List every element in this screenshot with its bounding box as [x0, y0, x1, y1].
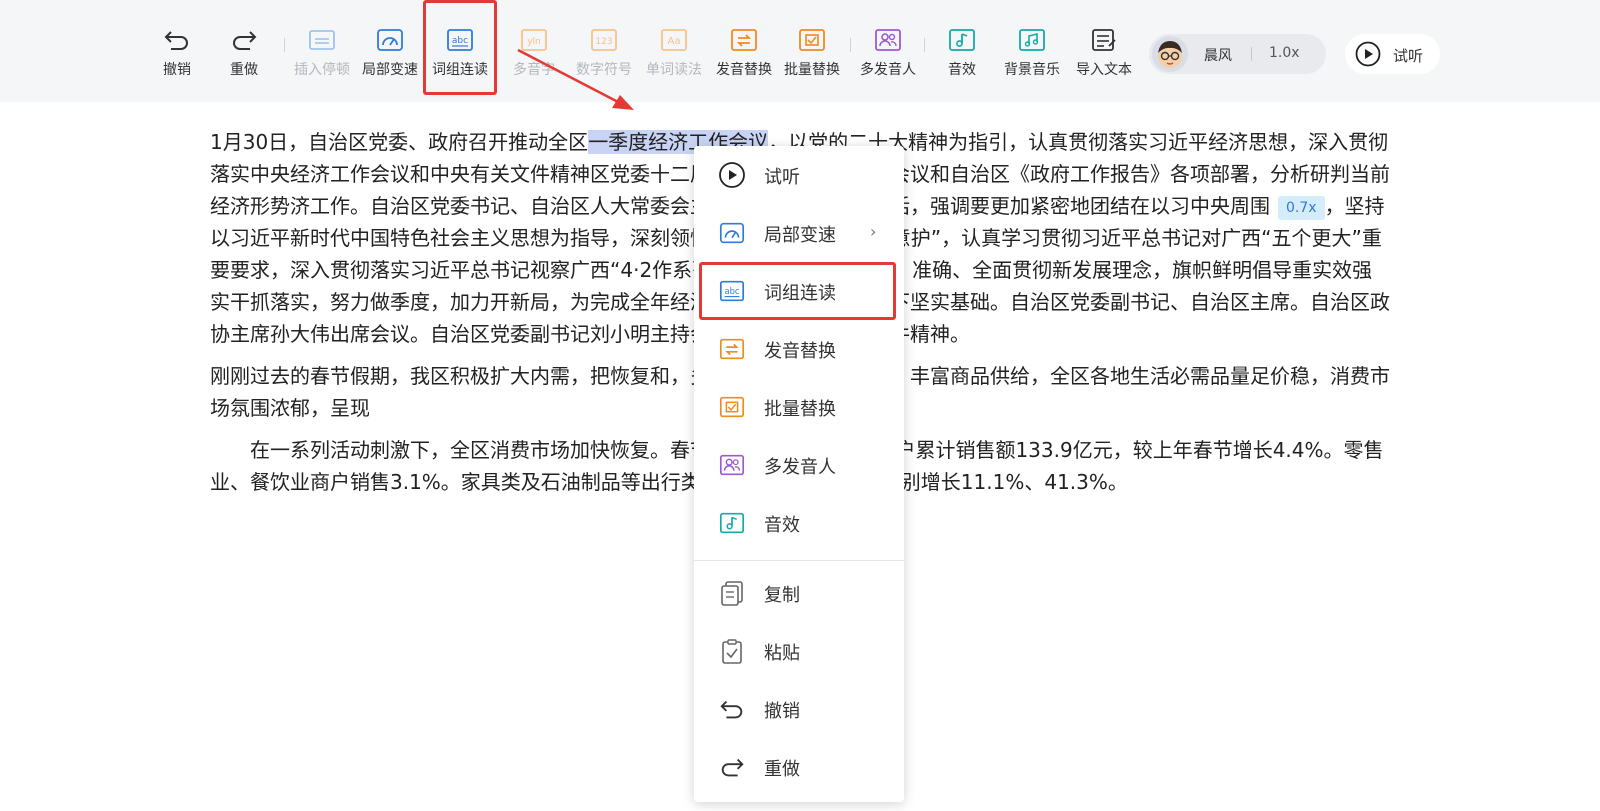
people-icon [719, 454, 745, 476]
pause-icon [309, 30, 335, 50]
menu-item-redo[interactable]: 重做 [694, 742, 904, 790]
music-note-icon [949, 29, 975, 51]
speedometer-icon [719, 222, 745, 244]
bg-music-button[interactable]: 背景音乐 [996, 26, 1068, 86]
menu-item-label: 试听 [764, 167, 800, 188]
paste-icon [722, 639, 742, 664]
voice-selector[interactable]: 晨风 1.0x [1149, 34, 1326, 74]
pron-replace-button[interactable]: 发音替换 [708, 26, 780, 86]
menu-item-paste[interactable]: 粘贴 [694, 626, 904, 674]
123-icon: 123 [591, 29, 617, 51]
menu-divider [694, 560, 904, 561]
listen-label: 试听 [1393, 47, 1424, 65]
copy-icon [721, 581, 743, 606]
number-symbol-button[interactable]: 123 数字符号 [568, 26, 640, 86]
voice-speed[interactable]: 1.0x [1269, 45, 1300, 61]
import-text-icon [1092, 29, 1116, 51]
redo-icon [721, 758, 744, 777]
menu-item-copy[interactable]: 复制 [694, 568, 904, 616]
menu-item-label: 音效 [764, 515, 800, 536]
undo-icon [164, 31, 188, 50]
swap-icon [719, 338, 745, 360]
toolbar-separator [924, 38, 925, 52]
text-run: 1月30日，自治区党委、政府召开推动全区 [210, 130, 589, 154]
batch-icon [719, 396, 745, 418]
swap-icon [731, 29, 757, 51]
polyphone-button[interactable]: yln 多音字 [498, 26, 570, 86]
batch-replace-button[interactable]: 批量替换 [776, 26, 848, 86]
batch-replace-label: 批量替换 [784, 62, 840, 78]
batch-icon [799, 29, 825, 51]
chevron-right-icon: › [870, 222, 877, 241]
avatar [1152, 36, 1188, 72]
menu-item-label: 发音替换 [764, 341, 836, 362]
multi-speaker-button[interactable]: 多发音人 [852, 26, 924, 86]
bg-music-label: 背景音乐 [1004, 62, 1060, 78]
menu-item-label: 重做 [764, 759, 800, 780]
speedometer-icon [377, 29, 403, 51]
menu-item-label: 批量替换 [764, 399, 836, 420]
undo-label: 撤销 [163, 62, 191, 78]
menu-item-listen[interactable]: 试听 [694, 150, 904, 198]
svg-text:123: 123 [595, 37, 612, 47]
import-text-label: 导入文本 [1076, 62, 1132, 78]
menu-item-label: 局部变速 [764, 225, 836, 246]
yln-icon: yln [521, 29, 547, 51]
menu-item-multi-speaker[interactable]: 多发音人 [694, 440, 904, 488]
menu-item-label: 粘贴 [764, 643, 800, 664]
voice-name: 晨风 [1204, 48, 1232, 64]
local-speed-button[interactable]: 局部变速 [354, 26, 426, 86]
music-icon [1019, 29, 1045, 51]
redo-icon [233, 31, 257, 50]
undo-icon [720, 700, 743, 719]
menu-item-sound-effect[interactable]: 音效 [694, 498, 904, 546]
play-icon [1355, 41, 1381, 67]
word-reading-label: 单词读法 [646, 62, 702, 78]
toolbar: 撤销 重做 插入停顿 局部变速 abc 词组连读 yln 多音字 123 数字符… [0, 0, 1600, 102]
people-icon [875, 29, 901, 51]
toolbar-separator [850, 38, 851, 52]
aa-icon: Aa [661, 29, 687, 51]
insert-pause-label: 插入停顿 [294, 62, 350, 78]
import-text-button[interactable]: 导入文本 [1068, 26, 1140, 86]
sound-effect-label: 音效 [948, 62, 976, 78]
listen-button[interactable]: 试听 [1345, 34, 1440, 74]
text-run: 中央周围 [1190, 194, 1270, 218]
svg-text:yln: yln [527, 37, 541, 47]
menu-item-label: 多发音人 [764, 457, 836, 478]
insert-pause-button[interactable]: 插入停顿 [286, 26, 358, 86]
speed-tag[interactable]: 0.7x [1278, 195, 1325, 220]
svg-text:Aa: Aa [668, 36, 681, 47]
context-menu: 试听 局部变速 › abc 词组连读 发音替换 批量替换 多发音人 音效 复制 … [694, 146, 904, 802]
pron-replace-label: 发音替换 [716, 62, 772, 78]
word-reading-button[interactable]: Aa 单词读法 [638, 26, 710, 86]
menu-item-label: 撤销 [764, 701, 800, 722]
redo-button[interactable]: 重做 [208, 26, 280, 86]
toolbar-separator [284, 38, 285, 52]
number-symbol-label: 数字符号 [576, 62, 632, 78]
text-run: 刚刚过去的春节假期，我区积极扩大内需，把恢复和 [210, 364, 670, 388]
menu-item-local-speed[interactable]: 局部变速 › [694, 208, 904, 256]
multi-speaker-label: 多发音人 [860, 62, 916, 78]
redo-label: 重做 [230, 62, 258, 78]
undo-button[interactable]: 撤销 [141, 26, 213, 86]
highlight-box-toolbar [423, 0, 497, 95]
menu-item-pron-replace[interactable]: 发音替换 [694, 324, 904, 372]
menu-item-batch-replace[interactable]: 批量替换 [694, 382, 904, 430]
play-icon [719, 162, 745, 188]
highlight-box-menu [699, 262, 896, 320]
text-run: 在一系列活动刺激下，全区消费市场加快恢复。 [250, 438, 670, 462]
voice-divider [1251, 47, 1252, 61]
polyphone-label: 多音字 [513, 62, 555, 78]
menu-item-undo[interactable]: 撤销 [694, 684, 904, 732]
local-speed-label: 局部变速 [362, 62, 418, 78]
sound-effect-button[interactable]: 音效 [926, 26, 998, 86]
music-note-icon [719, 512, 745, 534]
menu-item-label: 复制 [764, 585, 800, 606]
